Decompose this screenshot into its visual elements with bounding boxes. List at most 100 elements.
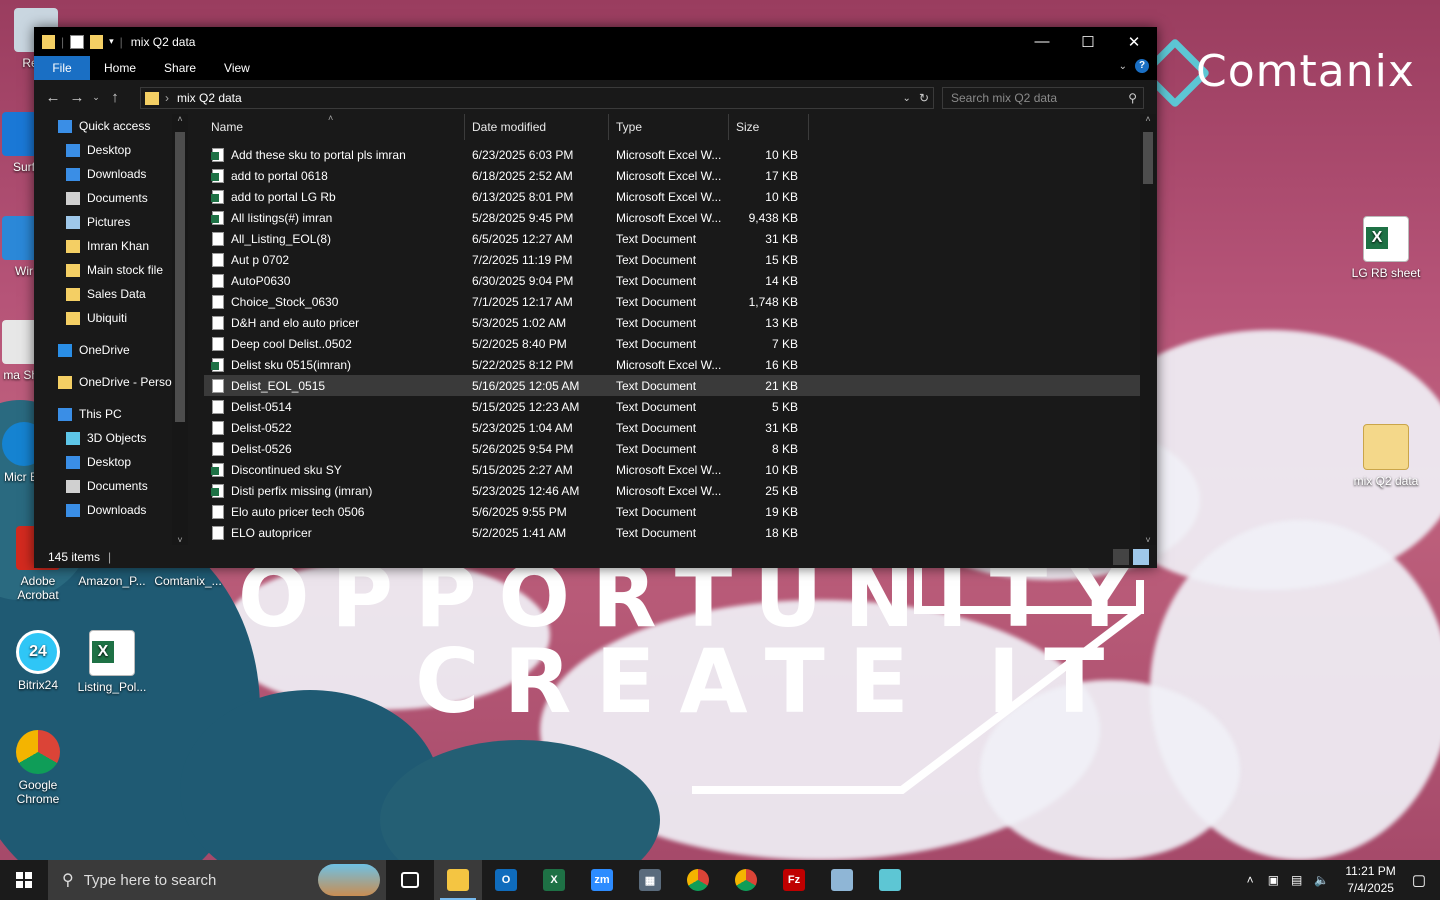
file-row[interactable]: Deep cool Delist..0502 5/2/2025 8:40 PM Te… <box>204 333 1140 354</box>
forward-arrow-icon[interactable]: → <box>65 89 89 106</box>
refresh-icon[interactable]: ↻ <box>919 91 929 105</box>
nav-item[interactable]: Ubiquiti <box>34 306 188 330</box>
nav-item[interactable]: Pictures📌 <box>34 210 188 234</box>
close-button[interactable]: ✕ <box>1111 27 1157 56</box>
file-name-cell: Disti perfix missing (imran) <box>204 483 465 498</box>
nav-item[interactable]: Main stock file <box>34 258 188 282</box>
desktop-icon-bitrix24[interactable]: 24 Bitrix24 <box>0 630 76 692</box>
file-row[interactable]: Elo auto pricer tech 0506 5/6/2025 9:55 P… <box>204 501 1140 522</box>
file-row[interactable]: Aut p 0702 7/2/2025 11:19 PM Text Document… <box>204 249 1140 270</box>
address-bar[interactable]: › mix Q2 data ⌄ ↻ <box>140 87 934 109</box>
taskbar-app-button[interactable]: O <box>482 860 530 900</box>
start-button[interactable] <box>0 860 48 900</box>
taskbar-search-input[interactable]: Type here to search <box>84 872 217 889</box>
taskbar-app-button[interactable] <box>674 860 722 900</box>
taskbar-app-button[interactable] <box>386 860 434 900</box>
nav-item[interactable]: This PC <box>34 402 188 426</box>
file-row[interactable]: All_Listing_EOL(8) 6/5/2025 12:27 AM Text … <box>204 228 1140 249</box>
desktop-icon-google-chrome[interactable]: Google Chrome <box>0 730 76 806</box>
new-folder-icon[interactable] <box>90 34 104 49</box>
breadcrumb-chevron-icon[interactable]: › <box>165 91 169 105</box>
file-row[interactable]: Disti perfix missing (imran) 5/23/2025 12… <box>204 480 1140 501</box>
file-row[interactable]: Discontinued sku SY 5/15/2025 2:27 AM Micr… <box>204 459 1140 480</box>
file-row[interactable]: Choice_Stock_0630 7/1/2025 12:17 AM Text D… <box>204 291 1140 312</box>
help-icon[interactable]: ? <box>1135 59 1149 73</box>
recent-locations-icon[interactable]: ⌄ <box>89 92 103 103</box>
taskbar-app-button[interactable]: X <box>530 860 578 900</box>
calculator-icon: ▦ <box>639 869 661 891</box>
notifications-icon[interactable]: ▢ <box>1412 871 1426 889</box>
volume-icon[interactable]: 🔈 <box>1314 873 1329 887</box>
search-icon[interactable]: ⚲ <box>1128 91 1137 105</box>
navigation-pane[interactable]: Quick access Desktop📌Downloads📌Documents📌… <box>34 114 188 545</box>
column-header-date[interactable]: Date modified <box>465 114 609 140</box>
up-arrow-icon[interactable]: ↑ <box>103 89 127 106</box>
nav-item[interactable]: Sales Data <box>34 282 188 306</box>
tab-share[interactable]: Share <box>150 56 210 80</box>
back-arrow-icon[interactable]: ← <box>41 89 65 106</box>
clock[interactable]: 11:21 PM 7/4/2025 <box>1345 863 1395 897</box>
tab-view[interactable]: View <box>210 56 264 80</box>
taskbar-search-box[interactable]: ⚲ Type here to search <box>48 860 386 900</box>
file-row[interactable]: AutoP0630 6/30/2025 9:04 PM Text Document 1… <box>204 270 1140 291</box>
taskbar-app-button[interactable] <box>866 860 914 900</box>
file-row[interactable]: Delist sku 0515(imran) 5/22/2025 8:12 PM M… <box>204 354 1140 375</box>
nav-item[interactable]: Documents📌 <box>34 186 188 210</box>
nav-scrollbar-thumb[interactable] <box>175 132 185 422</box>
minimize-button[interactable]: — <box>1019 27 1065 56</box>
nav-item[interactable]: Documents <box>34 474 188 498</box>
file-row[interactable]: D&H and elo auto pricer 5/3/2025 1:02 AM T… <box>204 312 1140 333</box>
search-input[interactable]: Search mix Q2 data <box>951 91 1057 105</box>
taskbar-app-button[interactable] <box>434 860 482 900</box>
desktop-icon-mix-q2-data[interactable]: mix Q2 data <box>1348 424 1424 488</box>
customize-toolbar-icon[interactable]: ▾ <box>109 36 114 47</box>
nav-item[interactable]: 3D Objects <box>34 426 188 450</box>
tab-home[interactable]: Home <box>90 56 150 80</box>
address-dropdown-icon[interactable]: ⌄ <box>903 93 911 104</box>
network-icon[interactable]: ▤ <box>1291 873 1302 887</box>
file-row[interactable]: All listings(#) imran 5/28/2025 9:45 PM Mi… <box>204 207 1140 228</box>
file-row[interactable]: ELO autopricer 5/2/2025 1:41 AM Text Docum… <box>204 522 1140 543</box>
file-row[interactable]: Delist-0522 5/23/2025 1:04 AM Text Documen… <box>204 417 1140 438</box>
column-header-name[interactable]: Name ˄ <box>204 113 465 140</box>
text-file-icon <box>212 504 224 519</box>
column-header-type[interactable]: Type <box>609 114 729 140</box>
nav-item[interactable]: OneDrive - Persor <box>34 370 188 394</box>
show-hidden-icons-chevron-icon[interactable]: ˄ <box>1247 873 1254 887</box>
file-list-scrollbar-thumb[interactable] <box>1143 132 1153 184</box>
nav-item[interactable]: Desktop📌 <box>34 138 188 162</box>
nav-item[interactable]: Desktop <box>34 450 188 474</box>
nav-item[interactable]: OneDrive <box>34 338 188 362</box>
breadcrumb-current[interactable]: mix Q2 data <box>177 91 242 105</box>
nav-item[interactable]: Downloads <box>34 498 188 522</box>
security-icon[interactable]: ▣ <box>1268 873 1279 887</box>
taskbar-app-button[interactable]: Fz <box>770 860 818 900</box>
properties-icon[interactable] <box>70 34 85 49</box>
file-row[interactable]: Add these sku to portal pls imran 6/23/20… <box>204 144 1140 165</box>
taskbar-app-button[interactable] <box>722 860 770 900</box>
title-bar[interactable]: | ▾ | mix Q2 data — ☐ ✕ <box>34 27 1157 56</box>
nav-item[interactable]: Downloads📌 <box>34 162 188 186</box>
file-row[interactable]: Delist-0526 5/26/2025 9:54 PM Text Documen… <box>204 438 1140 459</box>
file-list-scrollbar[interactable]: ˄ ˅ <box>1140 114 1156 545</box>
large-icons-view-icon[interactable] <box>1133 548 1149 565</box>
expand-ribbon-icon[interactable]: ⌄ <box>1119 61 1127 72</box>
nav-item[interactable]: Quick access <box>34 114 188 138</box>
desktop-icon-lg-rb-sheet[interactable]: LG RB sheet <box>1348 216 1424 280</box>
maximize-button[interactable]: ☐ <box>1065 27 1111 56</box>
tab-file[interactable]: File <box>34 56 90 80</box>
nav-scrollbar[interactable]: ˄ ˅ <box>172 114 188 545</box>
file-row[interactable]: add to portal LG Rb 6/13/2025 8:01 PM Micr… <box>204 186 1140 207</box>
taskbar-app-button[interactable]: zm <box>578 860 626 900</box>
nav-item[interactable]: Imran Khan <box>34 234 188 258</box>
file-row[interactable]: Delist_EOL_0515 5/16/2025 12:05 AM Text Do… <box>204 375 1140 396</box>
taskbar-app-button[interactable] <box>818 860 866 900</box>
details-view-icon[interactable] <box>1113 548 1129 565</box>
file-row[interactable]: Delist-0514 5/15/2025 12:23 AM Text Docume… <box>204 396 1140 417</box>
file-row[interactable]: add to portal 0618 6/18/2025 2:52 AM Micro… <box>204 165 1140 186</box>
desktop-icon-listing-pol[interactable]: Listing_Pol... <box>74 630 150 694</box>
search-box[interactable]: Search mix Q2 data ⚲ <box>942 87 1144 109</box>
column-header-size[interactable]: Size <box>729 114 809 140</box>
taskbar-app-button[interactable]: ▦ <box>626 860 674 900</box>
